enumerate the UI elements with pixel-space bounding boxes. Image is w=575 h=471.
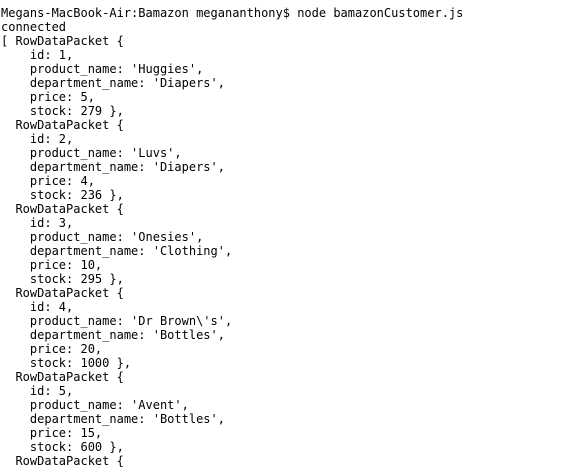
output-line: connected <box>1 20 67 34</box>
output-line: product_name: 'Onesies', <box>1 230 204 244</box>
output-line: stock: 279 }, <box>1 104 124 118</box>
terminal-output[interactable]: Megans-MacBook-Air:Bamazon megananthony$… <box>0 0 575 471</box>
output-line: RowDataPacket { <box>1 454 124 468</box>
output-line: id: 2, <box>1 132 74 146</box>
output-line: product_name: 'Dr Brown\'s', <box>1 314 233 328</box>
output-line: RowDataPacket { <box>1 118 124 132</box>
output-line: department_name: 'Bottles', <box>1 412 225 426</box>
output-line: id: 3, <box>1 216 74 230</box>
output-line: department_name: 'Diapers', <box>1 160 225 174</box>
output-line: stock: 295 }, <box>1 272 124 286</box>
output-line: product_name: 'Avent', <box>1 398 189 412</box>
output-line: department_name: 'Clothing', <box>1 244 233 258</box>
output-line: id: 4, <box>1 300 74 314</box>
output-line: stock: 236 }, <box>1 188 124 202</box>
output-line: price: 4, <box>1 174 95 188</box>
output-line: price: 20, <box>1 342 103 356</box>
output-line: id: 1, <box>1 48 74 62</box>
output-line: stock: 600 }, <box>1 440 124 454</box>
output-line: price: 5, <box>1 90 95 104</box>
output-line: RowDataPacket { <box>1 370 124 384</box>
output-line: price: 10, <box>1 258 103 272</box>
output-line: [ RowDataPacket { <box>1 34 124 48</box>
output-line: stock: 1000 }, <box>1 356 132 370</box>
output-line: id: 5, <box>1 384 74 398</box>
output-line: department_name: 'Bottles', <box>1 328 225 342</box>
output-line: product_name: 'Luvs', <box>1 146 182 160</box>
command-prompt-line: Megans-MacBook-Air:Bamazon megananthony$… <box>1 6 464 20</box>
output-line: product_name: 'Huggies', <box>1 62 204 76</box>
output-line: department_name: 'Diapers', <box>1 76 225 90</box>
output-line: RowDataPacket { <box>1 286 124 300</box>
output-line: price: 15, <box>1 426 103 440</box>
output-line: RowDataPacket { <box>1 202 124 216</box>
